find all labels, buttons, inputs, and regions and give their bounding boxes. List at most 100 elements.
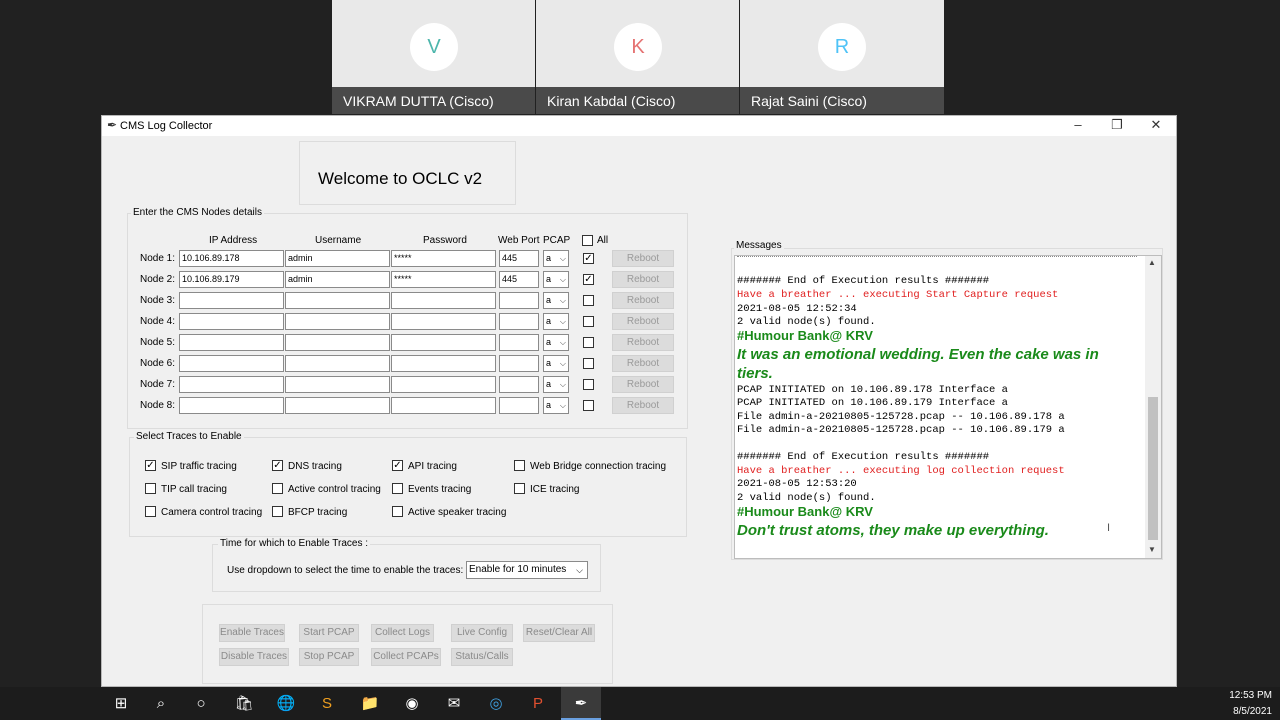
ip-address-input[interactable]: 10.106.89.178 bbox=[179, 250, 284, 267]
trace-option[interactable]: ✓ DNS tracing bbox=[272, 460, 342, 472]
trace-checkbox[interactable]: ✓ bbox=[272, 460, 283, 471]
start-pcap-button[interactable]: Start PCAP bbox=[299, 624, 359, 642]
enable-traces-button[interactable]: Enable Traces bbox=[219, 624, 285, 642]
trace-option[interactable]: BFCP tracing bbox=[272, 506, 347, 518]
username-input[interactable] bbox=[285, 334, 390, 351]
trace-checkbox[interactable] bbox=[392, 506, 403, 517]
messages-log[interactable]: ####### End of Execution results #######… bbox=[734, 255, 1162, 559]
password-input[interactable] bbox=[391, 313, 496, 330]
web-port-input[interactable]: 445 bbox=[499, 250, 539, 267]
trace-checkbox[interactable] bbox=[145, 483, 156, 494]
windows-start-icon[interactable]: ⊞ bbox=[101, 687, 141, 720]
username-input[interactable]: admin bbox=[285, 271, 390, 288]
pcap-select[interactable]: a ⌵ bbox=[543, 250, 569, 267]
cortana-icon[interactable]: ○ bbox=[181, 687, 221, 720]
reboot-button[interactable]: Reboot bbox=[612, 376, 674, 393]
pcap-select[interactable]: a ⌵ bbox=[543, 313, 569, 330]
trace-option[interactable]: ✓ API tracing bbox=[392, 460, 457, 472]
pcap-select[interactable]: a ⌵ bbox=[543, 334, 569, 351]
scroll-thumb[interactable] bbox=[1148, 397, 1158, 540]
sublime-icon[interactable]: S bbox=[307, 687, 347, 720]
collect-logs-button[interactable]: Collect Logs bbox=[371, 624, 434, 642]
password-input[interactable] bbox=[391, 355, 496, 372]
trace-option[interactable]: TIP call tracing bbox=[145, 483, 227, 495]
search-icon[interactable]: ⌕ bbox=[141, 687, 181, 720]
scroll-up-icon[interactable]: ▲ bbox=[1148, 258, 1156, 267]
trace-option[interactable]: Camera control tracing bbox=[145, 506, 262, 518]
trace-option[interactable]: Active control tracing bbox=[272, 483, 381, 495]
trace-option[interactable]: Events tracing bbox=[392, 483, 471, 495]
scroll-down-icon[interactable]: ▼ bbox=[1148, 545, 1156, 554]
globe-icon[interactable]: 🌐 bbox=[266, 687, 306, 720]
password-input[interactable]: ***** bbox=[391, 271, 496, 288]
username-input[interactable] bbox=[285, 397, 390, 414]
live-config-button[interactable]: Live Config bbox=[451, 624, 513, 642]
web-port-input[interactable] bbox=[499, 355, 539, 372]
collect-pcaps-button[interactable]: Collect PCAPs bbox=[371, 648, 441, 666]
select-all-checkbox[interactable] bbox=[582, 235, 593, 246]
reset-clear-button[interactable]: Reset/Clear All bbox=[523, 624, 595, 642]
reboot-button[interactable]: Reboot bbox=[612, 313, 674, 330]
trace-checkbox[interactable] bbox=[514, 483, 525, 494]
stop-pcap-button[interactable]: Stop PCAP bbox=[299, 648, 359, 666]
username-input[interactable]: admin bbox=[285, 250, 390, 267]
reboot-button[interactable]: Reboot bbox=[612, 355, 674, 372]
pcap-select[interactable]: a ⌵ bbox=[543, 271, 569, 288]
status-calls-button[interactable]: Status/Calls bbox=[451, 648, 513, 666]
ip-address-input[interactable] bbox=[179, 355, 284, 372]
pcap-select[interactable]: a ⌵ bbox=[543, 292, 569, 309]
node-checkbox[interactable] bbox=[583, 400, 594, 411]
trace-checkbox[interactable]: ✓ bbox=[145, 460, 156, 471]
minimize-button[interactable]: – bbox=[1059, 116, 1097, 136]
username-input[interactable] bbox=[285, 355, 390, 372]
username-input[interactable] bbox=[285, 292, 390, 309]
trace-checkbox[interactable]: ✓ bbox=[392, 460, 403, 471]
password-input[interactable] bbox=[391, 334, 496, 351]
reboot-button[interactable]: Reboot bbox=[612, 250, 674, 267]
trace-option[interactable]: Web Bridge connection tracing bbox=[514, 460, 666, 472]
web-port-input[interactable] bbox=[499, 334, 539, 351]
node-checkbox[interactable] bbox=[583, 379, 594, 390]
trace-checkbox[interactable] bbox=[272, 506, 283, 517]
ip-address-input[interactable] bbox=[179, 292, 284, 309]
pcap-select[interactable]: a ⌵ bbox=[543, 376, 569, 393]
trace-option[interactable]: ICE tracing bbox=[514, 483, 579, 495]
password-input[interactable] bbox=[391, 376, 496, 393]
chrome-icon[interactable]: ◉ bbox=[392, 687, 432, 720]
node-checkbox[interactable] bbox=[583, 337, 594, 348]
web-port-input[interactable] bbox=[499, 397, 539, 414]
trace-option[interactable]: ✓ SIP traffic tracing bbox=[145, 460, 237, 472]
web-port-input[interactable] bbox=[499, 313, 539, 330]
ip-address-input[interactable] bbox=[179, 334, 284, 351]
trace-checkbox[interactable] bbox=[145, 506, 156, 517]
password-input[interactable]: ***** bbox=[391, 250, 496, 267]
reboot-button[interactable]: Reboot bbox=[612, 271, 674, 288]
node-checkbox[interactable] bbox=[583, 295, 594, 306]
time-dropdown[interactable]: Enable for 10 minutes ⌵ bbox=[466, 561, 588, 579]
username-input[interactable] bbox=[285, 313, 390, 330]
reboot-button[interactable]: Reboot bbox=[612, 292, 674, 309]
trace-checkbox[interactable] bbox=[272, 483, 283, 494]
ip-address-input[interactable] bbox=[179, 397, 284, 414]
node-checkbox[interactable]: ✓ bbox=[583, 274, 594, 285]
trace-checkbox[interactable] bbox=[392, 483, 403, 494]
file-explorer-icon[interactable]: 📁 bbox=[350, 687, 390, 720]
trace-option[interactable]: Active speaker tracing bbox=[392, 506, 506, 518]
pcap-select[interactable]: a ⌵ bbox=[543, 355, 569, 372]
disable-traces-button[interactable]: Disable Traces bbox=[219, 648, 289, 666]
ip-address-input[interactable]: 10.106.89.179 bbox=[179, 271, 284, 288]
restore-button[interactable]: ❐ bbox=[1098, 116, 1136, 136]
username-input[interactable] bbox=[285, 376, 390, 393]
messages-scrollbar[interactable]: ▲ ▼ bbox=[1145, 256, 1161, 558]
powerpoint-icon[interactable]: P bbox=[518, 687, 558, 720]
node-checkbox[interactable]: ✓ bbox=[583, 253, 594, 264]
reboot-button[interactable]: Reboot bbox=[612, 397, 674, 414]
trace-checkbox[interactable] bbox=[514, 460, 525, 471]
webex-icon[interactable]: ◎ bbox=[476, 687, 516, 720]
close-button[interactable]: ✕ bbox=[1137, 116, 1175, 136]
store-icon[interactable]: 🛍 bbox=[224, 687, 264, 720]
web-port-input[interactable] bbox=[499, 292, 539, 309]
web-port-input[interactable]: 445 bbox=[499, 271, 539, 288]
node-checkbox[interactable] bbox=[583, 358, 594, 369]
ip-address-input[interactable] bbox=[179, 376, 284, 393]
